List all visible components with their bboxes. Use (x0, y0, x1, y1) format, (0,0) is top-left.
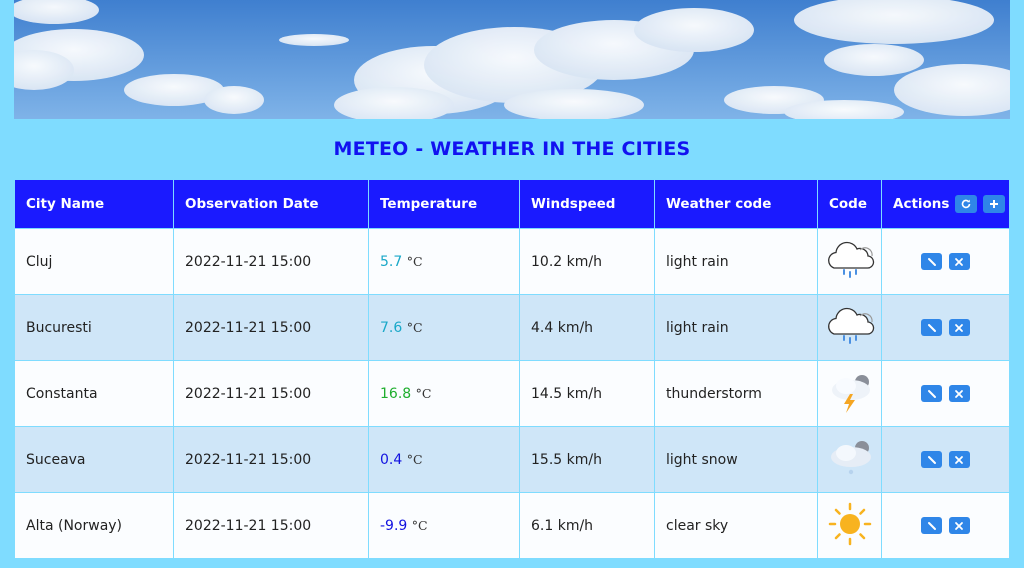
table-row: Suceava 2022-11-21 15:00 0.4 °C 15.5 km/… (14, 426, 1010, 493)
weather-table: City Name Observation Date Temperature W… (14, 179, 1010, 559)
city-name-cell: Cluj (14, 228, 174, 295)
delete-icon (955, 257, 964, 266)
windspeed-cell: 4.4 km/h (519, 294, 655, 361)
weather-code-cell: thunderstorm (654, 360, 818, 427)
temperature-value: 7.6 (380, 319, 403, 336)
temperature-cell: -9.9 °C (368, 492, 520, 559)
code-icon-cell (817, 294, 882, 361)
edit-icon (927, 323, 936, 332)
refresh-button[interactable] (955, 195, 978, 213)
weather-code-cell: light rain (654, 228, 818, 295)
code-icon-cell (817, 360, 882, 427)
temperature-cell: 7.6 °C (368, 294, 520, 361)
sky-banner-image (14, 0, 1010, 119)
temperature-cell: 0.4 °C (368, 426, 520, 493)
windspeed-cell: 10.2 km/h (519, 228, 655, 295)
temperature-cell: 16.8 °C (368, 360, 520, 427)
weather-code-cell: light rain (654, 294, 818, 361)
table-header-row: City Name Observation Date Temperature W… (14, 179, 1010, 229)
delete-button[interactable] (948, 517, 970, 534)
rain-cloud-icon (824, 240, 876, 284)
delete-icon (955, 521, 964, 530)
table-row: Bucuresti 2022-11-21 15:00 7.6 °C 4.4 km… (14, 294, 1010, 361)
weather-code-cell: light snow (654, 426, 818, 493)
snow-cloud-icon (824, 436, 876, 484)
observation-date-cell: 2022-11-21 15:00 (173, 360, 369, 427)
temperature-value: -9.9 (380, 517, 408, 534)
table-row: Cluj 2022-11-21 15:00 5.7 °C 10.2 km/h l… (14, 228, 1010, 295)
delete-icon (955, 389, 964, 398)
edit-button[interactable] (921, 517, 943, 534)
windspeed-cell: 14.5 km/h (519, 360, 655, 427)
city-name-cell: Bucuresti (14, 294, 174, 361)
delete-button[interactable] (948, 451, 970, 468)
observation-date-cell: 2022-11-21 15:00 (173, 294, 369, 361)
code-icon-cell (817, 492, 882, 559)
windspeed-cell: 6.1 km/h (519, 492, 655, 559)
row-actions-cell (881, 228, 1010, 295)
row-actions-cell (881, 492, 1010, 559)
observation-date-cell: 2022-11-21 15:00 (173, 492, 369, 559)
temperature-value: 16.8 (380, 385, 412, 402)
column-header-date: Observation Date (173, 179, 369, 229)
column-header-actions: Actions (881, 179, 1010, 229)
row-actions-cell (881, 360, 1010, 427)
temperature-value: 5.7 (380, 253, 403, 270)
edit-button[interactable] (921, 319, 943, 336)
edit-icon (927, 389, 936, 398)
column-header-code: Code (817, 179, 882, 229)
temperature-value: 0.4 (380, 451, 403, 468)
row-actions-cell (881, 294, 1010, 361)
thunderstorm-icon (824, 370, 876, 418)
refresh-icon (962, 199, 971, 209)
table-row: Alta (Norway) 2022-11-21 15:00 -9.9 °C 6… (14, 492, 1010, 559)
city-name-cell: Constanta (14, 360, 174, 427)
delete-icon (955, 455, 964, 464)
table-row: Constanta 2022-11-21 15:00 16.8 °C 14.5 … (14, 360, 1010, 427)
weather-code-cell: clear sky (654, 492, 818, 559)
rain-cloud-icon (824, 306, 876, 350)
city-name-cell: Alta (Norway) (14, 492, 174, 559)
sun-icon (824, 500, 876, 552)
column-header-windspeed: Windspeed (519, 179, 655, 229)
code-icon-cell (817, 426, 882, 493)
edit-icon (927, 521, 936, 530)
column-header-temperature: Temperature (368, 179, 520, 229)
row-actions-cell (881, 426, 1010, 493)
edit-button[interactable] (921, 451, 943, 468)
windspeed-cell: 15.5 km/h (519, 426, 655, 493)
temperature-cell: 5.7 °C (368, 228, 520, 295)
temperature-unit: °C (406, 253, 423, 269)
edit-button[interactable] (921, 385, 943, 402)
page-title: METEO - WEATHER IN THE CITIES (333, 138, 691, 160)
delete-icon (955, 323, 964, 332)
column-header-city: City Name (14, 179, 174, 229)
delete-button[interactable] (948, 253, 970, 270)
temperature-unit: °C (406, 319, 423, 335)
add-city-button[interactable] (983, 195, 1006, 213)
temperature-unit: °C (411, 517, 428, 533)
edit-icon (927, 455, 936, 464)
plus-icon (990, 200, 999, 208)
column-header-weather-code: Weather code (654, 179, 818, 229)
delete-button[interactable] (948, 385, 970, 402)
temperature-unit: °C (415, 385, 432, 401)
observation-date-cell: 2022-11-21 15:00 (173, 426, 369, 493)
delete-button[interactable] (948, 319, 970, 336)
actions-label: Actions (893, 196, 950, 212)
city-name-cell: Suceava (14, 426, 174, 493)
observation-date-cell: 2022-11-21 15:00 (173, 228, 369, 295)
temperature-unit: °C (406, 451, 423, 467)
code-icon-cell (817, 228, 882, 295)
edit-icon (927, 257, 936, 266)
edit-button[interactable] (921, 253, 943, 270)
